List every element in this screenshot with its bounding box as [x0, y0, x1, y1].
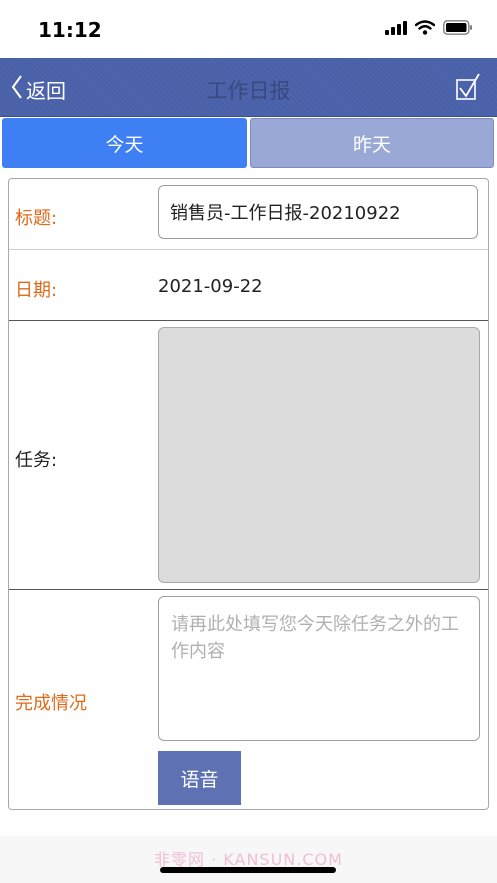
title-input[interactable]: 销售员-工作日报-20210922 [158, 185, 478, 239]
voice-button[interactable]: 语音 [158, 751, 241, 805]
task-label: 任务: [15, 450, 58, 471]
divider [9, 589, 488, 590]
status-icons [385, 20, 473, 39]
tab-yesterday[interactable]: 昨天 [250, 118, 494, 168]
home-indicator[interactable] [160, 867, 336, 873]
tab-today[interactable]: 今天 [2, 118, 247, 168]
date-value: 2021-09-22 [158, 276, 263, 297]
signal-icon [385, 20, 407, 39]
complete-textarea[interactable]: 请再此处填写您今天除任务之外的工作内容 [158, 596, 480, 741]
battery-icon [443, 20, 473, 39]
tab-bar: 今天 昨天 [0, 116, 497, 170]
wifi-icon [414, 20, 436, 39]
task-field[interactable] [158, 327, 480, 583]
report-form: 标题: 销售员-工作日报-20210922 日期: 2021-09-22 任务:… [8, 178, 489, 810]
navbar: 返回 工作日报 [0, 58, 497, 117]
divider [9, 249, 488, 250]
complete-label: 完成情况 [15, 693, 87, 714]
divider [9, 320, 488, 321]
status-time: 11:12 [38, 18, 102, 42]
status-bar: 11:12 [0, 0, 497, 58]
date-label: 日期: [15, 280, 58, 301]
page-title: 工作日报 [206, 79, 291, 103]
checkbox-check-icon[interactable] [455, 72, 481, 106]
title-label: 标题: [15, 208, 58, 229]
